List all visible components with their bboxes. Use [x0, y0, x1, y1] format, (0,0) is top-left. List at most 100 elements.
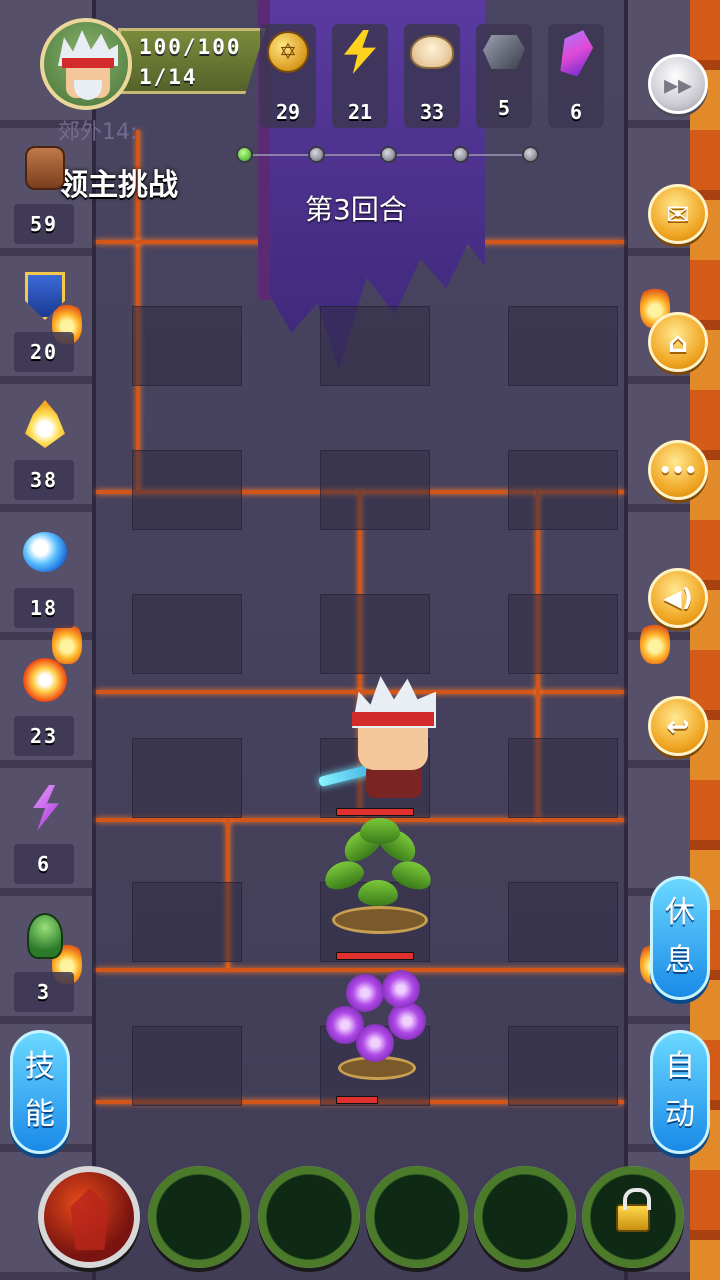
- grid-tile[interactable]: [508, 1026, 618, 1106]
- grid-tile[interactable]: [508, 882, 618, 962]
- flower-hp-bar: [336, 1096, 378, 1104]
- sound-button[interactable]: ◀): [648, 568, 708, 628]
- lightning-bolt-icon: [338, 30, 382, 74]
- enemy-flower[interactable]: [316, 966, 438, 1088]
- item-shield[interactable]: 20: [14, 268, 74, 372]
- fast-forward-icon: ▸▸: [663, 67, 693, 101]
- item-count: 6: [14, 844, 74, 884]
- flower-bloom: [382, 970, 420, 1008]
- skills-label: 技能: [25, 1049, 55, 1132]
- round-progress-dot: [308, 146, 325, 163]
- hero-hp-bar: [336, 808, 414, 816]
- grid-tile[interactable]: [320, 450, 430, 530]
- hp-fill: [337, 1097, 377, 1103]
- resource-crystal[interactable]: 6: [548, 24, 604, 128]
- avatar-headband: [62, 58, 114, 68]
- round-progress-dot: [236, 146, 253, 163]
- skill-slot-empty[interactable]: [148, 1166, 250, 1268]
- skill-slot-empty[interactable]: [366, 1166, 468, 1268]
- chat-button[interactable]: •••: [648, 440, 708, 500]
- resource-value: 21: [347, 100, 373, 124]
- fast-forward-button[interactable]: ▸▸: [648, 54, 708, 114]
- grid-tile[interactable]: [320, 594, 430, 674]
- skill-slot-empty[interactable]: [258, 1166, 360, 1268]
- grid-tile[interactable]: [132, 1026, 242, 1106]
- item-lightning[interactable]: 6: [14, 780, 74, 884]
- grid-tile[interactable]: [320, 306, 430, 386]
- skills-button[interactable]: 技能: [10, 1030, 70, 1154]
- mail-button[interactable]: ✉: [648, 184, 708, 244]
- resource-value: 6: [569, 100, 583, 124]
- grid-tile[interactable]: [132, 738, 242, 818]
- item-fireball[interactable]: 23: [14, 652, 74, 756]
- grid-tile[interactable]: [508, 738, 618, 818]
- item-count: 18: [14, 588, 74, 628]
- item-count: 38: [14, 460, 74, 500]
- resource-energy[interactable]: 21: [332, 24, 388, 128]
- auto-label: 自动: [665, 1049, 695, 1132]
- item-serpent[interactable]: 3: [14, 908, 74, 1012]
- flower-bloom: [388, 1002, 426, 1040]
- return-button[interactable]: ↩: [648, 696, 708, 756]
- item-count: 20: [14, 332, 74, 372]
- item-fist[interactable]: 59: [14, 140, 74, 244]
- home-icon: ⌂: [667, 325, 689, 359]
- grid-tile[interactable]: [508, 450, 618, 530]
- mail-icon: ✉: [666, 197, 690, 231]
- grid-tile[interactable]: [508, 306, 618, 386]
- round-progress-dot: [380, 146, 397, 163]
- grid-tile[interactable]: [508, 594, 618, 674]
- hero-character[interactable]: [317, 676, 448, 806]
- player-stat-plate: 100/100 1/14: [118, 28, 266, 94]
- resource-value: 33: [419, 100, 445, 124]
- grid-tile[interactable]: [132, 306, 242, 386]
- plant-leaf: [358, 880, 398, 906]
- fist-icon: [22, 140, 68, 196]
- star-coin-icon: ✡: [266, 30, 310, 74]
- chat-icon: •••: [658, 458, 698, 482]
- plant-hp-bar: [336, 952, 414, 960]
- auto-button[interactable]: 自动: [650, 1030, 710, 1154]
- player-avatar[interactable]: [40, 18, 132, 110]
- grid-tile[interactable]: [132, 450, 242, 530]
- home-button[interactable]: ⌂: [648, 312, 708, 372]
- lightning-spell-icon: [22, 780, 68, 836]
- plant-leaf: [360, 818, 400, 844]
- sound-icon: ◀): [663, 584, 693, 612]
- skill-slot-locked[interactable]: [582, 1166, 684, 1268]
- skill-slot-empty[interactable]: [474, 1166, 576, 1268]
- resource-value: 5: [497, 96, 511, 120]
- skill-slot-fire-warrior[interactable]: [38, 1166, 140, 1268]
- torch-flame: [640, 620, 670, 664]
- hp-fill: [337, 809, 413, 815]
- round-progress-dot: [522, 146, 539, 163]
- resource-value: 29: [275, 100, 301, 124]
- hp-text: 100/100: [139, 35, 242, 59]
- hero-headband: [352, 712, 434, 726]
- resource-ore[interactable]: 5: [476, 24, 532, 128]
- holy-flame-icon: [22, 396, 68, 452]
- flower-bloom: [356, 1024, 394, 1062]
- round-counter: 第3回合: [305, 193, 407, 226]
- stage-progress-text: 1/14: [139, 65, 198, 89]
- round-progress-dot: [452, 146, 469, 163]
- return-icon: ↩: [666, 709, 690, 743]
- mode-title: 领主挑战: [58, 168, 178, 203]
- water-wave-icon: [22, 524, 68, 580]
- grid-tile[interactable]: [132, 594, 242, 674]
- resource-gold[interactable]: ✡ 29: [260, 24, 316, 128]
- rest-button[interactable]: 休息: [650, 876, 710, 1000]
- resource-bun[interactable]: 33: [404, 24, 460, 128]
- item-count: 59: [14, 204, 74, 244]
- plant-pot: [332, 906, 428, 934]
- serpent-icon: [22, 908, 68, 964]
- lock-icon: [616, 1188, 651, 1232]
- item-water-wave[interactable]: 18: [14, 524, 74, 628]
- item-holy-flame[interactable]: 38: [14, 396, 74, 500]
- flower-bloom: [346, 974, 384, 1012]
- rest-label: 休息: [665, 895, 695, 978]
- item-count: 3: [14, 972, 74, 1012]
- item-count: 23: [14, 716, 74, 756]
- grid-tile[interactable]: [132, 882, 242, 962]
- enemy-plant[interactable]: [318, 818, 440, 940]
